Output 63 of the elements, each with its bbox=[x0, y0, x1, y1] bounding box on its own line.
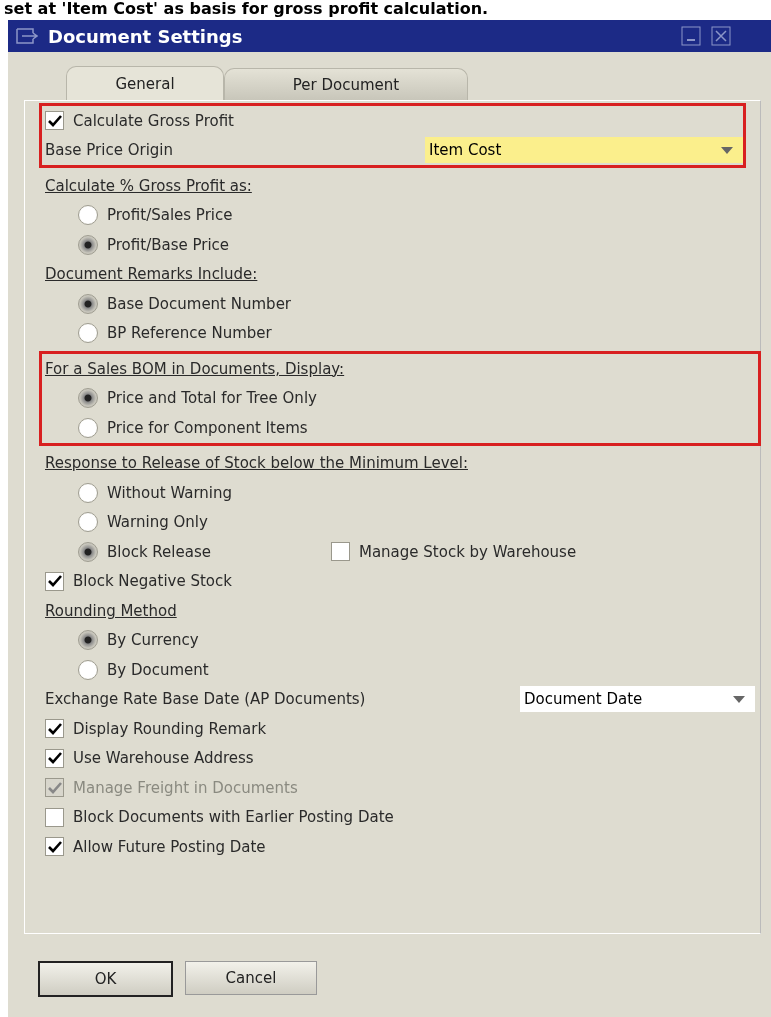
radio-label: Base Document Number bbox=[107, 294, 292, 313]
checkbox-label: Calculate Gross Profit bbox=[73, 111, 234, 130]
radio-button[interactable] bbox=[78, 323, 98, 344]
radio-label: By Document bbox=[107, 660, 209, 679]
radio-button[interactable] bbox=[78, 659, 98, 680]
check-icon bbox=[47, 575, 62, 588]
radio-label: Profit/Sales Price bbox=[107, 206, 233, 225]
check-icon bbox=[47, 840, 62, 853]
radio-label: Block Release bbox=[107, 542, 211, 561]
radio-label: By Currency bbox=[107, 631, 199, 650]
field-label: Base Price Origin bbox=[45, 141, 173, 160]
radio-label: Profit/Base Price bbox=[107, 235, 230, 254]
radio-label: Price for Component Items bbox=[107, 418, 308, 437]
check-icon bbox=[47, 781, 62, 794]
dropdown-field[interactable]: Document Date bbox=[520, 686, 755, 713]
dropdown-arrow-icon bbox=[733, 695, 745, 703]
checkbox[interactable] bbox=[45, 111, 64, 131]
radio-button[interactable] bbox=[78, 293, 98, 314]
radio-button[interactable] bbox=[78, 512, 98, 533]
section-heading: For a Sales BOM in Documents, Display: bbox=[45, 359, 345, 378]
section-heading: Document Remarks Include: bbox=[45, 265, 258, 284]
dialog-button[interactable]: OK bbox=[38, 961, 173, 997]
radio-label: Warning Only bbox=[107, 513, 208, 532]
dropdown-arrow-icon bbox=[721, 146, 733, 154]
dialog-button[interactable]: Cancel bbox=[185, 961, 317, 995]
checkbox-label: Manage Stock by Warehouse bbox=[358, 542, 577, 561]
caption: set at 'Item Cost' as basis for gross profit calculation. bbox=[3, 0, 489, 18]
check-icon bbox=[47, 752, 62, 765]
checkbox[interactable] bbox=[45, 571, 64, 591]
radio-label: Without Warning bbox=[107, 483, 233, 502]
radio-button[interactable] bbox=[78, 205, 98, 226]
radio-button[interactable] bbox=[78, 541, 98, 562]
radio-button[interactable] bbox=[78, 234, 98, 255]
checkbox-label: Manage Freight in Documents bbox=[73, 778, 298, 797]
radio-button[interactable] bbox=[78, 388, 98, 409]
minimize-icon[interactable] bbox=[681, 26, 701, 46]
checkbox[interactable] bbox=[45, 719, 64, 739]
checkbox[interactable] bbox=[330, 542, 350, 562]
close-icon[interactable] bbox=[711, 26, 731, 46]
field-label: Exchange Rate Base Date (AP Documents) bbox=[45, 690, 366, 709]
check-icon bbox=[47, 722, 62, 735]
checkbox-label: Block Negative Stock bbox=[73, 572, 232, 591]
checkbox-label: Use Warehouse Address bbox=[73, 749, 254, 768]
radio-button[interactable] bbox=[78, 482, 98, 503]
radio-button[interactable] bbox=[78, 417, 98, 438]
checkbox-label: Block Documents with Earlier Posting Date bbox=[73, 808, 394, 827]
check-icon bbox=[47, 114, 62, 127]
checkbox-label: Display Rounding Remark bbox=[73, 719, 267, 738]
dropdown-field[interactable]: Item Cost bbox=[425, 137, 743, 164]
radio-button[interactable] bbox=[78, 630, 98, 651]
checkbox-label: Allow Future Posting Date bbox=[73, 837, 266, 856]
radio-label: BP Reference Number bbox=[107, 324, 272, 343]
checkbox[interactable] bbox=[45, 748, 64, 768]
radio-label: Price and Total for Tree Only bbox=[107, 389, 317, 408]
checkbox[interactable] bbox=[45, 837, 64, 857]
tab[interactable]: General bbox=[66, 66, 224, 100]
window-icon bbox=[16, 28, 38, 44]
tab[interactable]: Per Document bbox=[224, 68, 468, 100]
section-heading: Rounding Method bbox=[45, 601, 177, 620]
section-heading: Response to Release of Stock below the Minimum Level: bbox=[45, 454, 468, 473]
checkbox[interactable] bbox=[45, 807, 64, 827]
window-title: Document Settings bbox=[48, 25, 244, 47]
section-heading: Calculate % Gross Profit as: bbox=[45, 176, 252, 195]
